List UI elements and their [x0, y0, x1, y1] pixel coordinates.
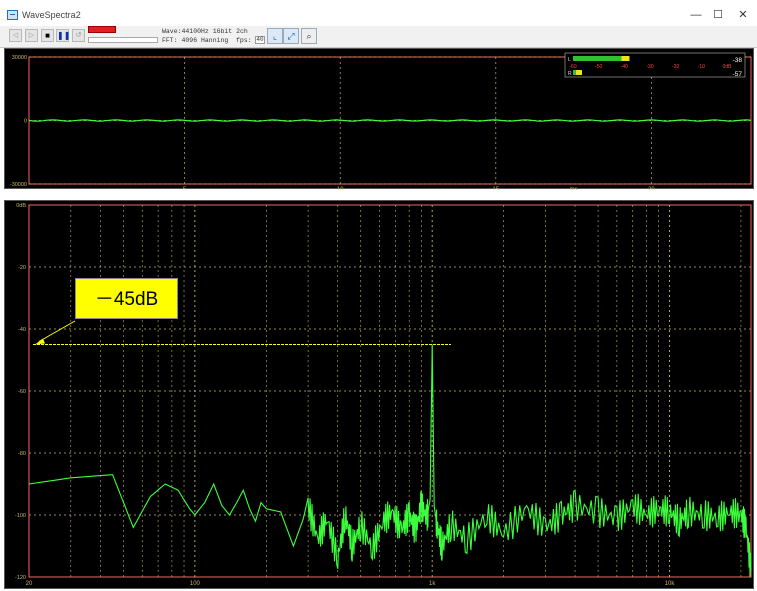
- wave-x-unit-label: ms: [570, 187, 578, 190]
- meter-channel-label: L: [568, 57, 571, 63]
- callout-pointer-line: [38, 320, 76, 342]
- meter-scale-label: -50: [595, 64, 602, 70]
- chart-icon[interactable]: ⌞: [267, 28, 283, 44]
- meter-value-right: -57: [733, 71, 743, 78]
- fps-label: fps:: [236, 37, 252, 44]
- spectrum-trace: [28, 344, 752, 578]
- meter-value-left: -38: [733, 57, 743, 64]
- meter-scale-label: -40: [621, 64, 628, 70]
- meter-peak-left: [621, 56, 630, 61]
- close-button[interactable]: ✕: [731, 6, 755, 24]
- meter-peak-right: [576, 70, 582, 75]
- spectrum-y-tick-label: -80: [18, 451, 26, 457]
- graph-icon[interactable]: ⤢: [283, 28, 299, 44]
- maximize-button[interactable]: ☐: [706, 6, 730, 24]
- record-indicator[interactable]: [88, 26, 116, 33]
- waveform-plot: 5 10 15 20 ms 30000 0 -30000 -60 -50 -40 -30 -20 -10 0…: [10, 52, 752, 190]
- spectrum-y-tick-label: -20: [18, 265, 26, 271]
- minimize-button[interactable]: —: [684, 6, 708, 24]
- record-level-bar: [88, 37, 158, 43]
- spectrum-y-tick-label: 0dB: [16, 203, 26, 209]
- spectrum-plot: 0dB -20 -40 -60 -80 -100 -12020 100 1k 10k: [15, 203, 752, 587]
- wave-x-tick-label: 10: [337, 187, 344, 190]
- meter-scale-label: -60: [569, 64, 576, 70]
- meter-scale-label: -30: [646, 64, 653, 70]
- wave-info: Wave:44100Hz 16bit 2ch: [162, 28, 248, 35]
- wave-x-tick-label: 5: [183, 187, 187, 190]
- wave-y-tick-label: -30000: [10, 182, 27, 188]
- spectrum-panel: 0dB -20 -40 -60 -80 -100 -120 20 100 1k 10k: [4, 200, 754, 589]
- wave-y-tick-label: 30000: [12, 55, 27, 61]
- play-icon[interactable]: ▷: [25, 29, 38, 42]
- title-bar: WaveSpectra2 — ☐ ✕: [0, 0, 757, 26]
- meter-level-bar-left: [573, 56, 630, 61]
- meter-scale-label: -10: [698, 64, 705, 70]
- meter-scale-label: 0dB: [723, 64, 733, 70]
- wave-x-tick-label: 15: [492, 187, 499, 190]
- fft-info: FFT: 4096 Hanning: [162, 37, 229, 44]
- spectrum-y-tick-label: -60: [18, 389, 26, 395]
- pause-icon[interactable]: ❚❚: [56, 29, 70, 42]
- zoom-icon[interactable]: ⌕: [301, 28, 317, 44]
- meter-channel-label: R: [568, 71, 572, 77]
- waveform-trace: [28, 119, 752, 122]
- stop-icon[interactable]: ■: [41, 29, 54, 42]
- back-icon[interactable]: ◁: [9, 29, 22, 42]
- waveform-panel: 5 10 15 20 ms 30000 0 -30000 -60 -50 -40 -30 -20 -10 0…: [4, 48, 754, 190]
- spectrum-y-tick-label: -40: [18, 327, 26, 333]
- meter-scale-label: -20: [672, 64, 679, 70]
- wave-x-tick-label: 20: [648, 187, 655, 190]
- spectrum-y-tick-label: -120: [15, 575, 26, 581]
- spectrum-x-tick-label: 10k: [665, 581, 676, 587]
- step-icon[interactable]: ↺: [72, 29, 85, 42]
- annotation-callout: －45dB: [75, 278, 178, 319]
- spectrum-y-tick-label: -100: [15, 513, 26, 519]
- spectrum-x-tick-label: 100: [190, 581, 201, 587]
- window-title: WaveSpectra2: [22, 10, 81, 20]
- spectrum-x-tick-label: 20: [26, 581, 33, 587]
- fps-value[interactable]: 40: [255, 36, 265, 44]
- app-icon: [7, 10, 18, 20]
- wave-y-tick-label: 0: [24, 119, 27, 125]
- spectrum-x-tick-label: 1k: [429, 581, 436, 587]
